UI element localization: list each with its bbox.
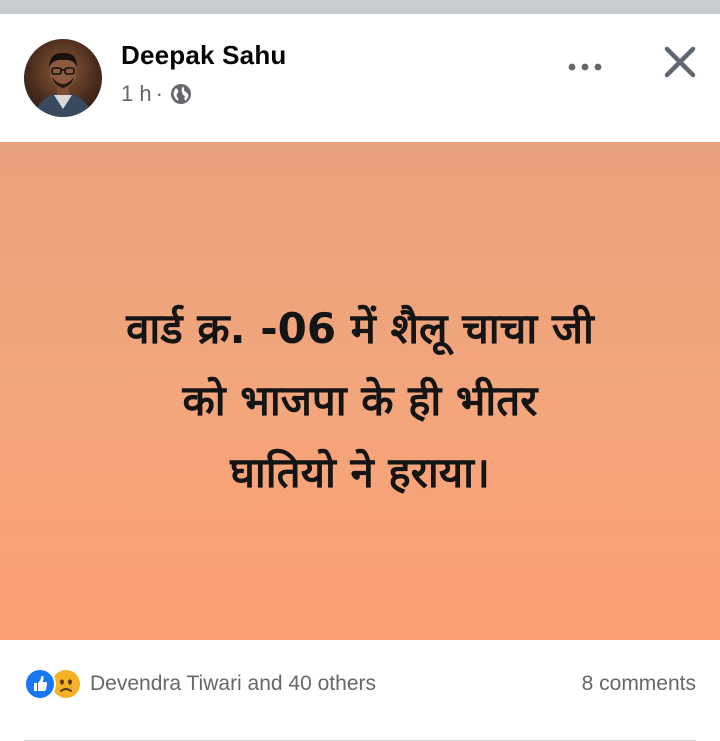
reactions-summary[interactable]: Devendra Tiwari and 40 others — [24, 668, 376, 700]
post-header: Deepak Sahu 1 h · — [0, 14, 720, 142]
comments-count[interactable]: 8 comments — [582, 672, 696, 696]
like-icon — [24, 668, 56, 700]
reactions-text[interactable]: Devendra Tiwari and 40 others — [90, 672, 376, 696]
post-meta: 1 h · — [121, 80, 193, 108]
post-footer: Devendra Tiwari and 40 others 8 comments — [0, 640, 720, 741]
globe-icon — [169, 82, 193, 106]
meta-separator: · — [155, 81, 163, 106]
more-dots-icon — [568, 63, 602, 71]
more-options-button[interactable] — [560, 42, 610, 92]
post-card: Deepak Sahu 1 h · वार्ड क्र. -06 में शैल… — [0, 14, 720, 741]
close-button[interactable] — [652, 34, 708, 90]
post-time[interactable]: 1 h — [121, 81, 152, 107]
post-text: वार्ड क्र. -06 में शैलू चाचा जी को भाजपा… — [126, 304, 594, 497]
close-icon — [664, 46, 696, 78]
post-content[interactable]: वार्ड क्र. -06 में शैलू चाचा जी को भाजपा… — [0, 142, 720, 640]
avatar[interactable] — [24, 39, 102, 117]
top-strip — [0, 0, 720, 14]
author-name[interactable]: Deepak Sahu — [121, 40, 287, 71]
